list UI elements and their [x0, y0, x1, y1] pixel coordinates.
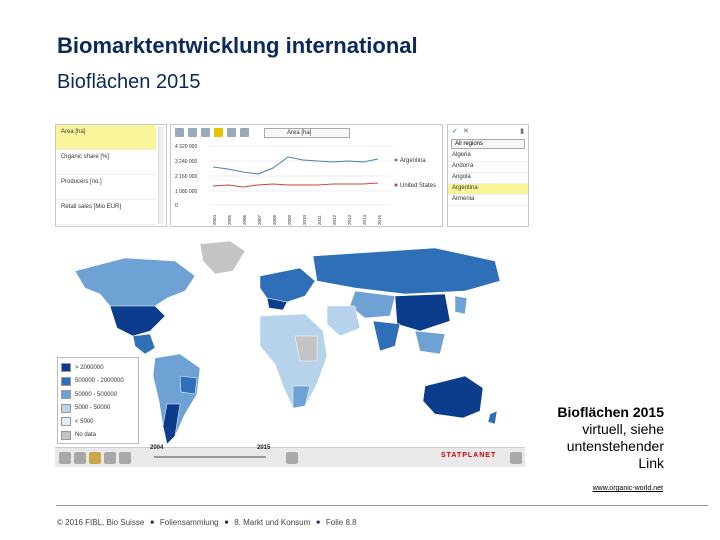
region-item[interactable]: Algeria	[448, 151, 528, 162]
footer-section: 8. Markt und Konsum	[234, 518, 311, 527]
play-icon[interactable]	[286, 452, 298, 464]
annotation-line: Link	[638, 455, 664, 471]
eye-icon[interactable]	[74, 452, 86, 464]
region-item-selected[interactable]: Argentina	[448, 184, 528, 195]
print-icon[interactable]	[119, 452, 131, 464]
chart-legend-united-states: United States	[400, 183, 436, 189]
x-tick: 2009	[287, 214, 292, 225]
bar-chart-icon[interactable]	[188, 127, 197, 137]
y-tick: 4 320 000	[175, 144, 197, 150]
legend-label: 50000 - 500000	[75, 391, 118, 398]
x-tick: 2015	[377, 214, 382, 225]
y-tick: 1 080 000	[175, 189, 197, 195]
annotation-title: Bioflächen 2015	[557, 404, 664, 420]
legend-label: 5000 - 50000	[75, 405, 111, 412]
region-list: Algeria Andorra Angola Argentina Armenia	[448, 151, 528, 206]
trash-icon[interactable]: ▮	[520, 127, 524, 135]
legend-label: < 5000	[75, 418, 94, 425]
timeline-start: 2004	[150, 445, 164, 451]
legend-row: 500000 - 2000000	[61, 375, 135, 389]
chart-indicator-select[interactable]: Area [ha]	[264, 128, 350, 138]
legend-label: 500000 - 2000000	[75, 378, 124, 385]
slide-subtitle: Bioflächen 2015	[57, 71, 201, 93]
region-item[interactable]: Armenia	[448, 195, 528, 206]
region-item[interactable]: Angola	[448, 173, 528, 184]
annotation-line: virtuell, siehe	[582, 421, 664, 437]
legend-swatch	[61, 417, 71, 427]
x-tick: 2006	[242, 214, 247, 225]
x-tick: 2014	[362, 214, 367, 225]
line-chart-icon[interactable]	[214, 127, 223, 137]
legend-swatch	[61, 363, 71, 373]
slide-title: Biomarktentwicklung international	[57, 33, 418, 58]
chart-legend-argentina: Argentina	[400, 158, 426, 164]
legend-label: No data	[75, 432, 97, 439]
legend-swatch	[61, 430, 71, 440]
legend-label: > 2000000	[75, 364, 104, 371]
chart-panel: Area [ha] 4 320 000 3 240 000 2 160 000 …	[170, 124, 443, 227]
legend-row: < 5000	[61, 415, 135, 429]
x-tick: 2011	[317, 215, 322, 225]
indicator-panel: Area [ha] Organic share [%] Producers [n…	[55, 124, 167, 227]
annotation-line: untenstehender	[566, 438, 664, 454]
legend-swatch	[61, 390, 71, 400]
footer-separator: ■	[224, 519, 229, 526]
expand-icon[interactable]	[227, 127, 236, 137]
footer-slide-number: Folie 8.8	[325, 518, 357, 527]
footer-collection: Foliensammlung	[159, 518, 219, 527]
statplanet-logo: STATPLANET	[441, 452, 497, 459]
indicator-item[interactable]: Organic share [%]	[56, 150, 156, 175]
x-tick: 2013	[347, 214, 352, 225]
footer-copyright: © 2016 FIBL, Bio Suisse	[57, 518, 145, 527]
settings-icon[interactable]	[510, 452, 522, 464]
organic-world-link[interactable]: www.organic-world.net	[593, 485, 663, 492]
legend-row: 50000 - 500000	[61, 388, 135, 402]
region-item[interactable]: Andorra	[448, 162, 528, 173]
argentina-line	[212, 156, 379, 175]
footer-separator: ■	[316, 519, 320, 526]
x-tick: 2007	[257, 214, 262, 225]
indicator-item[interactable]: Retail sales [Mio EUR]	[56, 200, 156, 225]
y-tick: 2 160 000	[175, 174, 197, 180]
indicator-scrollbar[interactable]	[158, 127, 164, 224]
timeline-slider[interactable]	[154, 456, 266, 458]
annotation: Bioflächen 2015 virtuell, siehe untenste…	[557, 404, 664, 472]
legend-swatch	[61, 403, 71, 413]
table-icon[interactable]	[104, 452, 116, 464]
legend-row: > 2000000	[61, 361, 135, 375]
swap-icon[interactable]	[240, 127, 249, 137]
line-chart: 4 320 000 3 240 000 2 160 000 1 080 000 …	[175, 144, 436, 225]
y-tick: 0	[175, 203, 178, 209]
region-select[interactable]: All regions	[451, 139, 525, 149]
zoom-icon[interactable]	[59, 452, 71, 464]
region-panel: ✓ ✕ ▮ All regions Algeria Andorra Angola…	[447, 124, 529, 227]
indicator-item[interactable]: Area [ha]	[56, 125, 156, 150]
legend-row: 5000 - 50000	[61, 402, 135, 416]
y-tick: 3 240 000	[175, 159, 197, 165]
x-tick: 2004	[212, 214, 217, 225]
x-tick: 2010	[302, 214, 307, 225]
close-icon[interactable]: ✕	[463, 127, 469, 135]
footer: © 2016 FIBL, Bio Suisse ■ Foliensammlung…	[57, 518, 357, 527]
x-tick: 2008	[272, 214, 277, 225]
sort-icon[interactable]	[175, 127, 184, 137]
footer-divider	[56, 505, 708, 506]
footer-separator: ■	[150, 519, 154, 526]
x-tick: 2005	[227, 214, 232, 225]
legend-row: No data	[61, 429, 135, 443]
check-icon[interactable]: ✓	[452, 127, 458, 135]
timeline-end: 2015	[257, 445, 271, 451]
table-icon[interactable]	[201, 127, 210, 137]
united-states-line	[212, 182, 379, 188]
map-legend: > 2000000 500000 - 2000000 50000 - 50000…	[57, 357, 139, 444]
folder-icon[interactable]	[89, 452, 101, 464]
x-tick: 2012	[332, 214, 337, 225]
legend-swatch	[61, 376, 71, 386]
indicator-item[interactable]: Producers [no.]	[56, 175, 156, 200]
